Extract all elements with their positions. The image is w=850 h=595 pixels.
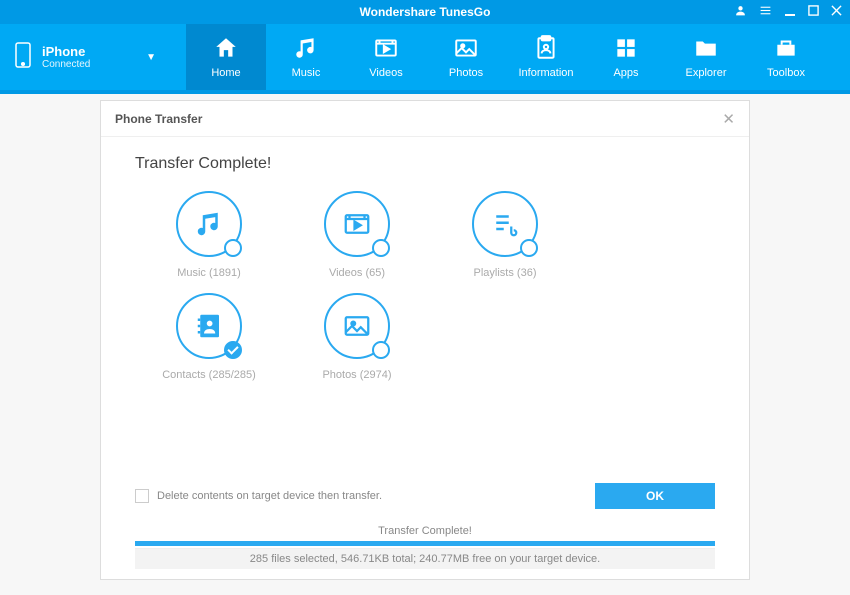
category-contacts: Contacts (285/285) [135,293,283,381]
videos-circle[interactable] [324,191,390,257]
nav-home[interactable]: Home [186,24,266,90]
dialog-body: Transfer Complete! Music (1891) Videos (… [101,137,749,483]
device-name: iPhone [42,44,90,59]
status-badge [520,239,538,257]
playlists-icon [490,209,520,239]
nav-music[interactable]: Music [266,24,346,90]
nav-apps[interactable]: Apps [586,24,666,90]
status-badge [372,239,390,257]
delete-checkbox[interactable] [135,489,149,503]
ok-button[interactable]: OK [595,483,715,509]
transfer-status: Transfer Complete! [135,521,715,541]
maximize-button[interactable] [808,5,819,19]
apps-icon [613,35,639,61]
videos-icon [373,35,399,61]
close-icon[interactable]: ✕ [722,110,735,128]
music-icon [293,35,319,61]
nav-label: Photos [449,67,483,79]
dialog-header: Phone Transfer ✕ [101,101,749,137]
nav-label: Music [292,67,321,79]
category-music: Music (1891) [135,191,283,279]
playlists-circle[interactable] [472,191,538,257]
nav-label: Toolbox [767,67,805,79]
nav-photos[interactable]: Photos [426,24,506,90]
content-area: Phone Transfer ✕ Transfer Complete! Musi… [0,94,850,595]
footer-row: Delete contents on target device then tr… [135,483,715,509]
minimize-button[interactable] [784,5,796,20]
category-grid: Music (1891) Videos (65) Playlists (36) [135,191,715,395]
status-badge-checked [224,341,242,359]
nav-bar: iPhone Connected ▼ Home Music Videos Pho… [0,24,850,94]
progress-bar [135,541,715,546]
toolbox-icon [773,35,799,61]
nav-label: Home [211,67,240,79]
contacts-icon [194,311,224,341]
nav-explorer[interactable]: Explorer [666,24,746,90]
nav-videos[interactable]: Videos [346,24,426,90]
nav-label: Apps [613,67,638,79]
user-icon[interactable] [734,4,747,20]
nav-toolbox[interactable]: Toolbox [746,24,826,90]
dialog-heading: Transfer Complete! [135,155,715,173]
summary-text: 285 files selected, 546.71KB total; 240.… [135,548,715,569]
device-status: Connected [42,59,90,70]
status-badge [224,239,242,257]
window-controls [734,0,842,24]
close-button[interactable] [831,5,842,19]
category-videos: Videos (65) [283,191,431,279]
category-label: Playlists (36) [474,267,537,279]
category-label: Contacts (285/285) [162,369,256,381]
phone-icon [14,42,32,73]
menu-icon[interactable] [759,4,772,20]
nav-label: Videos [369,67,402,79]
explorer-icon [693,35,719,61]
status-badge [372,341,390,359]
contacts-circle[interactable] [176,293,242,359]
music-circle[interactable] [176,191,242,257]
information-icon [533,35,559,61]
videos-icon [342,209,372,239]
photos-icon [453,35,479,61]
dialog-footer: Delete contents on target device then tr… [101,483,749,579]
photos-circle[interactable] [324,293,390,359]
photos-icon [342,311,372,341]
category-photos: Photos (2974) [283,293,431,381]
nav-information[interactable]: Information [506,24,586,90]
category-label: Videos (65) [329,267,385,279]
music-icon [194,209,224,239]
nav-label: Explorer [686,67,727,79]
app-title: Wondershare TunesGo [360,5,491,19]
nav-label: Information [518,67,573,79]
home-icon [213,35,239,61]
category-playlists: Playlists (36) [431,191,579,279]
device-selector[interactable]: iPhone Connected ▼ [0,24,170,90]
chevron-down-icon: ▼ [146,52,156,63]
title-bar: Wondershare TunesGo [0,0,850,24]
delete-label: Delete contents on target device then tr… [157,490,382,502]
phone-transfer-dialog: Phone Transfer ✕ Transfer Complete! Musi… [100,100,750,580]
device-text: iPhone Connected [42,44,90,70]
category-label: Photos (2974) [322,369,391,381]
dialog-title: Phone Transfer [115,112,202,126]
category-label: Music (1891) [177,267,241,279]
